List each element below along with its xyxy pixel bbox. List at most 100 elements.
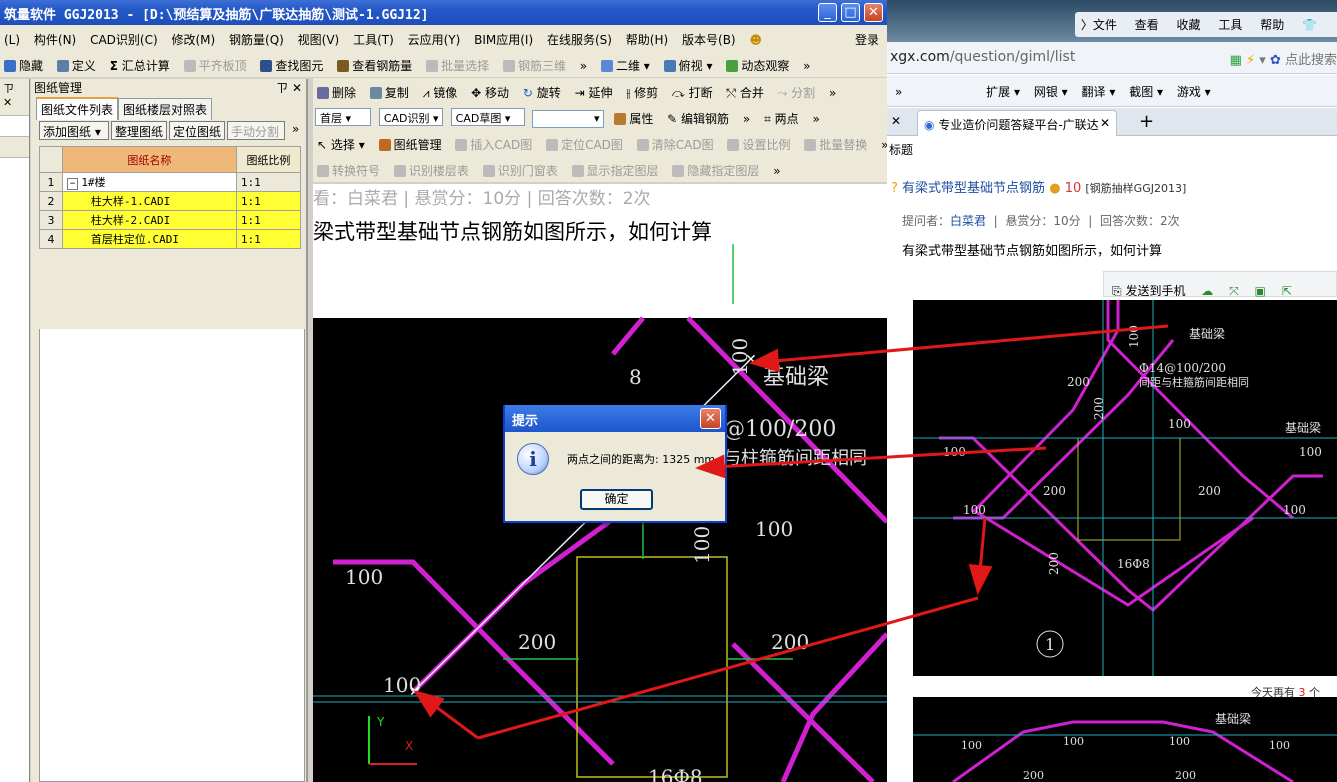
table-row[interactable]: 3 柱大样-2.CADI 1:1 — [39, 210, 302, 230]
props-button[interactable]: 属性 — [610, 104, 659, 127]
toolbar1-more2[interactable]: » — [799, 53, 816, 73]
menu-item-view[interactable]: 视图(V) — [298, 25, 340, 48]
locate-drawing-button[interactable]: 定位图纸 — [169, 121, 225, 140]
drawing-list-empty-area[interactable] — [39, 329, 305, 782]
trim-button[interactable]: ⫲ 修剪 — [622, 78, 664, 101]
delete-button[interactable]: 删除 — [313, 78, 362, 101]
asker-name[interactable]: 白菜君 — [950, 214, 986, 228]
column-header-name[interactable]: 图纸名称 — [61, 146, 237, 173]
left-dock-header[interactable]: ㄗ ✕ — [0, 79, 29, 109]
batch-replace-button[interactable]: 批量替换 — [800, 130, 873, 153]
set-scale-button[interactable]: 设置比例 — [723, 130, 796, 153]
ext-bank[interactable]: 网银 ▾ — [1034, 83, 1068, 100]
toolbar2-more[interactable]: » — [825, 80, 842, 100]
show-layer-button[interactable]: 显示指定图层 — [568, 156, 665, 179]
browser-menu-favorites[interactable]: 收藏 — [1177, 18, 1201, 32]
browser-menu-tools[interactable]: 工具 — [1218, 18, 1242, 32]
row-name-cell[interactable]: −1#楼 — [61, 172, 237, 192]
tab-file-list[interactable]: 图纸文件列表 — [36, 97, 119, 120]
tab-floor-map[interactable]: 图纸楼层对照表 — [118, 98, 213, 120]
menu-item-version[interactable]: 版本号(B) — [682, 25, 736, 48]
save-icon[interactable]: ▣ — [1255, 284, 1266, 298]
fullscreen-icon[interactable]: ⤧ — [1229, 284, 1239, 299]
hide-layer-button[interactable]: 隐藏指定图层 — [668, 156, 765, 179]
menu-item-rebar[interactable]: 钢筋量(Q) — [229, 25, 284, 48]
find-button[interactable]: 查找图元 — [256, 51, 329, 74]
batch-select-button[interactable]: 批量选择 — [422, 51, 495, 74]
menu-item-help[interactable]: 帮助(H) — [626, 25, 668, 48]
menu-item-cloud[interactable]: 云应用(Y) — [408, 25, 461, 48]
url-field[interactable]: xgx.com/question/giml/list — [890, 49, 1075, 65]
browser-menu-file[interactable]: 〉文件 — [1081, 18, 1117, 32]
dialog-title-bar[interactable]: 提示 ✕ — [505, 405, 725, 432]
view-rebar-button[interactable]: 查看钢筋量 — [333, 51, 418, 74]
drawing-mgmt-button[interactable]: 图纸管理 — [375, 130, 448, 153]
new-tab-button[interactable]: + — [1139, 111, 1154, 132]
collapse-toggle[interactable]: − — [66, 178, 79, 190]
toolbar5-more[interactable]: » — [769, 158, 786, 178]
ext-more[interactable]: » — [895, 85, 902, 99]
row-scale[interactable]: 1:1 — [235, 210, 302, 230]
question-image-1[interactable]: 基础梁 Φ14@100/200 间距与柱箍筋间距相同 200 200 200 2… — [913, 300, 1337, 676]
floor-select[interactable]: 首层 ▾ — [315, 108, 371, 126]
browser-menu-view[interactable]: 查看 — [1135, 18, 1159, 32]
edit-rebar-button[interactable]: ✎ 编辑钢筋 — [663, 104, 735, 127]
organize-drawing-button[interactable]: 整理图纸 — [111, 121, 167, 140]
flat-top-button[interactable]: 平齐板顶 — [180, 51, 253, 74]
question-image-2[interactable]: 基础梁 100 100 100 100 200 200 — [913, 697, 1337, 782]
browser-menu-help[interactable]: 帮助 — [1260, 18, 1284, 32]
view-2d-dropdown[interactable]: 二维 ▾ — [597, 51, 656, 74]
row-name[interactable]: 柱大样-2.CADI — [61, 210, 237, 230]
row-scale[interactable]: 1:1 — [235, 172, 302, 192]
ok-button[interactable]: 确定 — [580, 489, 653, 510]
minimize-button[interactable]: _ — [818, 3, 837, 22]
menu-item-modify[interactable]: 修改(M) — [171, 25, 215, 48]
rebar-3d-button[interactable]: 钢筋三维 — [499, 51, 572, 74]
table-row[interactable]: 2 柱大样-1.CADI 1:1 — [39, 191, 302, 211]
split-button[interactable]: ⤳ 分割 — [774, 78, 821, 101]
convert-symbol-button[interactable]: 转换符号 — [313, 156, 386, 179]
ext-games[interactable]: 游戏 ▾ — [1177, 83, 1211, 100]
table-row[interactable]: 4 首层柱定位.CADI 1:1 — [39, 229, 302, 249]
send-phone-button[interactable]: ⎘ 发送到手机 — [1112, 277, 1185, 299]
two-points-button[interactable]: ⌗ 两点 — [760, 104, 805, 127]
menu-item-l[interactable]: (L) — [4, 27, 20, 47]
recog-door-button[interactable]: 识别门窗表 — [479, 156, 564, 179]
cloud-icon[interactable]: ☁ — [1201, 284, 1213, 298]
summary-button[interactable]: Σ 汇总计算 — [106, 51, 176, 74]
row-scale[interactable]: 1:1 — [235, 191, 302, 211]
manual-split-button[interactable]: 手动分割 — [227, 121, 285, 140]
toolbar4-more[interactable]: » — [877, 132, 887, 152]
ext-translate[interactable]: 翻译 ▾ — [1082, 83, 1116, 100]
mirror-button[interactable]: ⩘ 镜像 — [419, 78, 464, 101]
cad-draft-select[interactable]: CAD草图 ▾ — [450, 108, 525, 126]
insert-cad-button[interactable]: 插入CAD图 — [451, 130, 538, 153]
hide-button[interactable]: 隐藏 — [0, 51, 49, 74]
add-drawing-button[interactable]: 添加图纸 ▾ — [39, 121, 109, 140]
tab-close-icon[interactable]: ✕ — [1100, 116, 1110, 130]
copy-button[interactable]: 复制 — [366, 78, 415, 101]
ext-extensions[interactable]: 扩展 ▾ — [986, 83, 1020, 100]
top-view-dropdown[interactable]: 俯视 ▾ — [660, 51, 719, 74]
toolbar3-more[interactable]: » — [739, 106, 756, 126]
clear-cad-button[interactable]: 清除CAD图 — [633, 130, 720, 153]
element-select[interactable]: ▾ — [532, 110, 605, 128]
question-category[interactable]: [钢筋抽样GGJ2013] — [1085, 182, 1186, 195]
break-button[interactable]: ⤼ 打断 — [668, 78, 719, 101]
pin-close-icons[interactable]: ㄗ ✕ — [276, 79, 302, 96]
column-header-scale[interactable]: 图纸比例 — [235, 146, 302, 173]
cad-recog-select[interactable]: CAD识别 ▾ — [378, 108, 443, 126]
dialog-close-button[interactable]: ✕ — [700, 408, 721, 429]
extend-button[interactable]: ⇥ 延伸 — [571, 78, 619, 101]
search-box[interactable]: ▦ ⚡ ▾ ✿ 点此搜索 — [1230, 49, 1337, 68]
dynamic-view-button[interactable]: 动态观察 — [722, 51, 795, 74]
locate-cad-button[interactable]: 定位CAD图 — [542, 130, 629, 153]
share-icon[interactable]: ⇱ — [1282, 284, 1292, 298]
login-button[interactable]: 登录 — [855, 31, 879, 48]
left-dock-row[interactable] — [0, 137, 29, 158]
dm-more-button[interactable]: » — [289, 121, 305, 140]
toolbar1-more[interactable]: » — [576, 53, 593, 73]
rotate-button[interactable]: ↻ 旋转 — [519, 78, 567, 101]
recog-floor-button[interactable]: 识别楼层表 — [390, 156, 475, 179]
select-dropdown[interactable]: ↖ 选择 ▾ — [313, 130, 371, 153]
